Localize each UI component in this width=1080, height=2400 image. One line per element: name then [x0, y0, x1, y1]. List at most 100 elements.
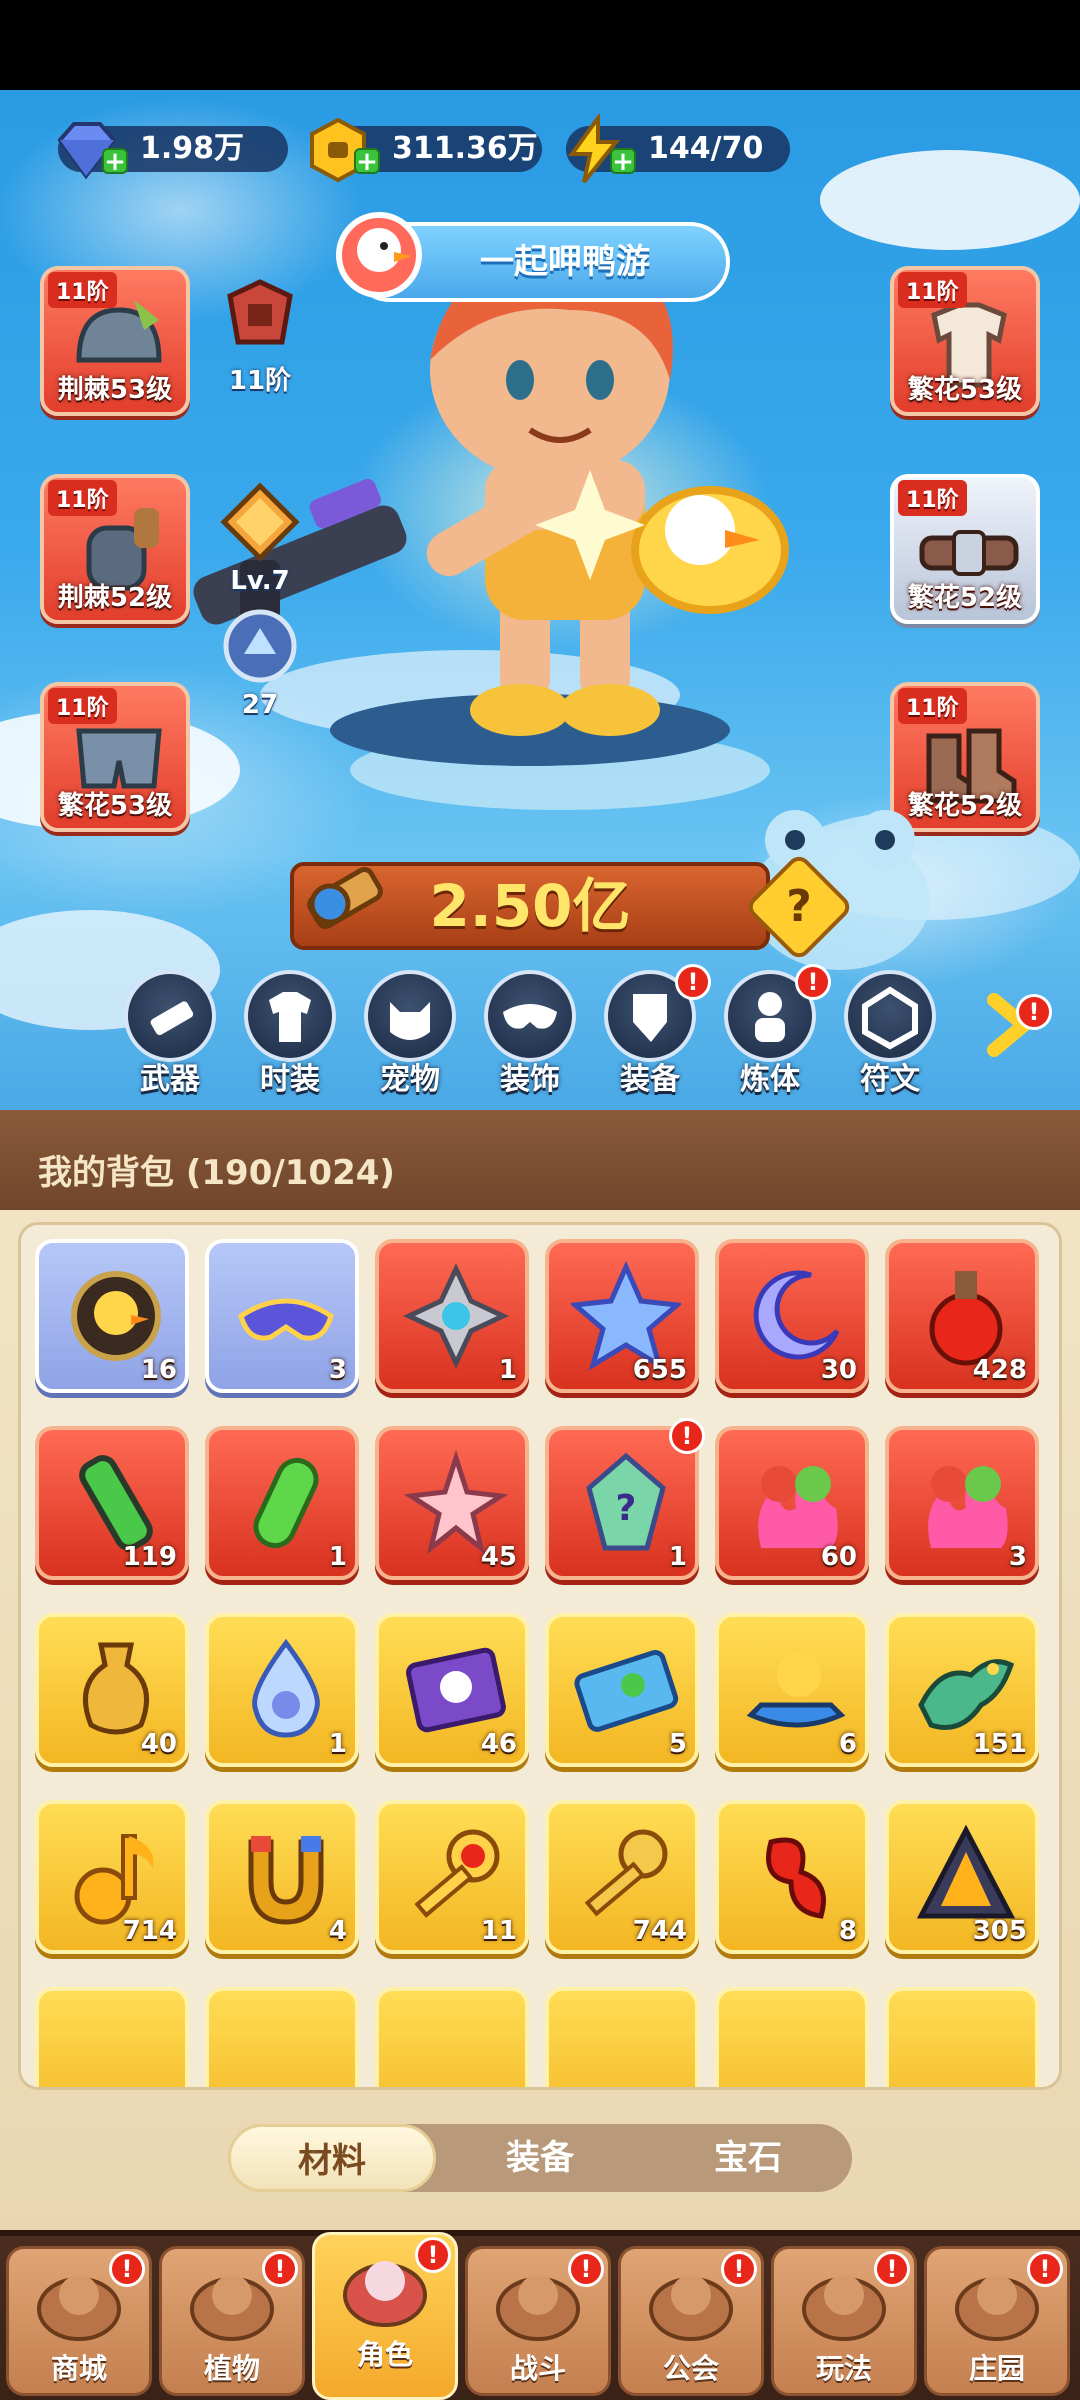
- inventory-item-partial[interactable]: [545, 1987, 699, 2087]
- equip-slot-gloves[interactable]: 11阶 荆棘52级: [40, 474, 190, 624]
- equip-slot-armor[interactable]: 11阶 繁花53级: [890, 266, 1040, 416]
- outfit-icon: [244, 970, 336, 1062]
- nav-item-shop[interactable]: 商城!: [6, 2246, 152, 2396]
- inventory-item[interactable]: 119: [35, 1426, 189, 1580]
- inventory-item[interactable]: 6: [715, 1613, 869, 1767]
- inventory-item[interactable]: 1: [375, 1239, 529, 1393]
- inventory-item[interactable]: 5: [545, 1613, 699, 1767]
- nav-item-battle[interactable]: 战斗!: [465, 2246, 611, 2396]
- item-count: 119: [122, 1542, 177, 1572]
- feature-refine[interactable]: 炼体 !: [715, 964, 831, 1097]
- inventory-item-partial[interactable]: [715, 1987, 869, 2087]
- add-gold-button[interactable]: +: [354, 148, 380, 175]
- item-count: 11: [480, 1916, 517, 1946]
- emblem-tier: 11阶: [228, 366, 292, 396]
- inventory-item[interactable]: ? 1!: [545, 1418, 705, 1580]
- diamond-counter[interactable]: + 1.98万: [57, 122, 288, 180]
- nav-item-character[interactable]: 角色!: [312, 2232, 458, 2400]
- item-count: 16: [140, 1355, 177, 1385]
- inventory-item[interactable]: 1: [205, 1426, 359, 1580]
- inventory-item[interactable]: 40: [35, 1613, 189, 1767]
- gold-counter[interactable]: + 311.36万: [310, 117, 542, 183]
- inventory-item[interactable]: 45: [375, 1426, 529, 1580]
- inventory-item[interactable]: 151: [885, 1613, 1039, 1767]
- inventory-item[interactable]: 714: [35, 1800, 189, 1954]
- help-icon: ?: [786, 881, 812, 932]
- inventory-item[interactable]: 744: [545, 1800, 699, 1954]
- inventory-item[interactable]: 655: [545, 1239, 699, 1393]
- nav-label: 公会: [662, 2352, 719, 2385]
- item-count: 151: [972, 1729, 1027, 1759]
- slot-tier: 11阶: [48, 688, 117, 724]
- feature-label: 武器: [140, 1062, 200, 1097]
- feature-label: 符文: [860, 1062, 920, 1097]
- item-count: 1: [328, 1542, 347, 1572]
- inventory-item[interactable]: 30: [715, 1239, 869, 1393]
- item-grid[interactable]: 16 3 1 655 30 428 119 1 45? 1! 60 3 40 1 46 5 6 151 714 4 11…: [18, 1222, 1062, 2090]
- item-count: 3: [328, 1355, 347, 1385]
- inventory-item[interactable]: 4: [205, 1800, 359, 1954]
- nav-item-manor[interactable]: 庄园!: [924, 2246, 1070, 2396]
- weapon-feature-icon: [124, 970, 216, 1062]
- tab-equipment[interactable]: 装备: [436, 2124, 644, 2192]
- notification-badge: !: [795, 964, 831, 1000]
- item-count: 45: [480, 1542, 517, 1572]
- nav-item-gameplay[interactable]: 玩法!: [771, 2246, 917, 2396]
- inventory-item[interactable]: 16: [35, 1239, 189, 1393]
- water-drop-icon: [252, 1638, 320, 1738]
- inventory-item[interactable]: 60: [715, 1426, 869, 1580]
- nav-item-plant[interactable]: 植物!: [159, 2246, 305, 2396]
- inventory-item-partial[interactable]: [885, 1987, 1039, 2087]
- jetski-duck-icon: [746, 1653, 846, 1728]
- nav-label: 玩法: [815, 2352, 872, 2385]
- item-count: 3: [1008, 1542, 1027, 1572]
- slot-tier: 11阶: [48, 480, 117, 516]
- slot-tier: 11阶: [898, 688, 967, 724]
- notification-badge: !: [669, 1418, 705, 1454]
- feature-decoration[interactable]: 装饰: [475, 970, 585, 1097]
- slot-tier: 11阶: [898, 272, 967, 308]
- equip-slot-helmet[interactable]: 11阶 荆棘53级: [40, 266, 190, 416]
- gold-value: 311.36万: [392, 131, 538, 166]
- feature-weapon[interactable]: 武器: [115, 970, 225, 1097]
- feature-equipment[interactable]: 装备 !: [595, 964, 711, 1097]
- tab-gems[interactable]: 宝石: [644, 2124, 852, 2192]
- inventory-item[interactable]: 305: [885, 1800, 1039, 1954]
- add-energy-button[interactable]: +: [610, 148, 636, 175]
- energy-counter[interactable]: + 144/70: [566, 114, 790, 184]
- inventory-item[interactable]: 1: [205, 1613, 359, 1767]
- nav-item-guild[interactable]: 公会!: [618, 2246, 764, 2396]
- notification-badge: !: [109, 2251, 145, 2287]
- rank-diamond-icon: [220, 482, 300, 562]
- item-count: 60: [820, 1542, 857, 1572]
- inventory-item[interactable]: 11: [375, 1800, 529, 1954]
- inventory-item[interactable]: 428: [885, 1239, 1039, 1393]
- notification-badge: !: [1027, 2251, 1063, 2287]
- feature-rune[interactable]: 符文: [835, 970, 945, 1097]
- feature-outfit[interactable]: 时装: [235, 970, 345, 1097]
- bag-tabs: 材料 装备 宝石: [228, 2124, 852, 2192]
- inventory-item-partial[interactable]: [205, 1987, 359, 2087]
- nav-label: 庄园: [968, 2352, 1025, 2385]
- tab-materials[interactable]: 材料: [228, 2124, 436, 2192]
- equip-slot-belt[interactable]: 11阶 繁花52级: [890, 474, 1040, 624]
- emblem-button[interactable]: 11阶: [210, 276, 310, 397]
- skill-orb-icon: [223, 609, 297, 683]
- inventory-item[interactable]: 3: [885, 1426, 1039, 1580]
- rank-button[interactable]: Lv.7: [210, 482, 310, 596]
- mask-icon: [238, 1298, 334, 1341]
- inventory-item[interactable]: 46: [375, 1613, 529, 1767]
- event-banner[interactable]: 一起呷鸭游: [336, 212, 730, 302]
- feature-pet[interactable]: 宠物: [355, 970, 465, 1097]
- inventory-item-partial[interactable]: [375, 1987, 529, 2087]
- inventory-item[interactable]: 8: [715, 1800, 869, 1954]
- skill-button[interactable]: 27: [210, 606, 310, 720]
- energy-value: 144/70: [648, 131, 764, 166]
- wave-decoration: [820, 150, 1080, 250]
- inventory-item-partial[interactable]: [35, 1987, 189, 2087]
- notification-badge: !: [874, 2251, 910, 2287]
- inventory-item[interactable]: 3: [205, 1239, 359, 1393]
- expand-features-button[interactable]: !: [984, 990, 1052, 1060]
- equip-slot-pants[interactable]: 11阶 繁花53级: [40, 682, 190, 832]
- add-diamond-button[interactable]: +: [102, 148, 128, 175]
